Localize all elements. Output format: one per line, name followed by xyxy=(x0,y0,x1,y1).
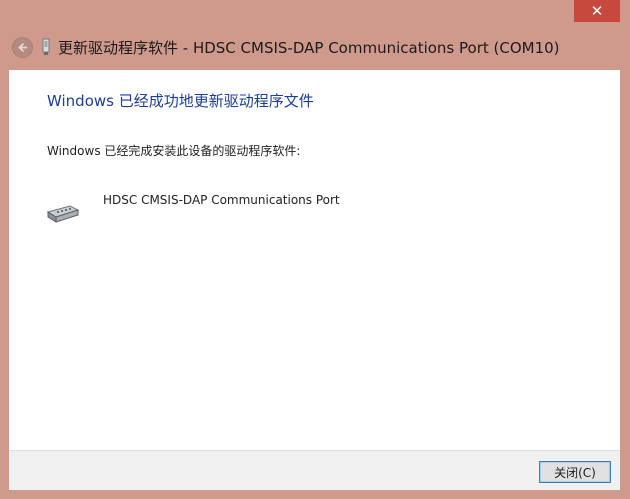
back-arrow-icon xyxy=(18,42,27,52)
page-heading: Windows 已经成功地更新驱动程序文件 xyxy=(47,92,314,110)
close-icon: ✕ xyxy=(590,2,604,20)
button-bar: 关闭(C) xyxy=(9,450,620,490)
hardware-wizard-icon xyxy=(40,36,52,58)
window-title: 更新驱动程序软件 - HDSC CMSIS-DAP Communications… xyxy=(58,38,560,57)
dialog-window: ✕ 更新驱动程序软件 - HDSC CMSIS-DAP Communicatio… xyxy=(0,0,630,499)
device-name: HDSC CMSIS-DAP Communications Port xyxy=(103,193,340,207)
close-button[interactable]: 关闭(C) xyxy=(539,461,611,483)
title-bar: 更新驱动程序软件 - HDSC CMSIS-DAP Communications… xyxy=(12,30,618,64)
back-button[interactable] xyxy=(12,36,33,58)
serial-port-icon xyxy=(46,205,80,223)
window-close-button[interactable]: ✕ xyxy=(574,0,620,22)
completion-message: Windows 已经完成安装此设备的驱动程序软件: xyxy=(47,144,301,158)
content-panel: Windows 已经成功地更新驱动程序文件 Windows 已经完成安装此设备的… xyxy=(9,70,620,450)
